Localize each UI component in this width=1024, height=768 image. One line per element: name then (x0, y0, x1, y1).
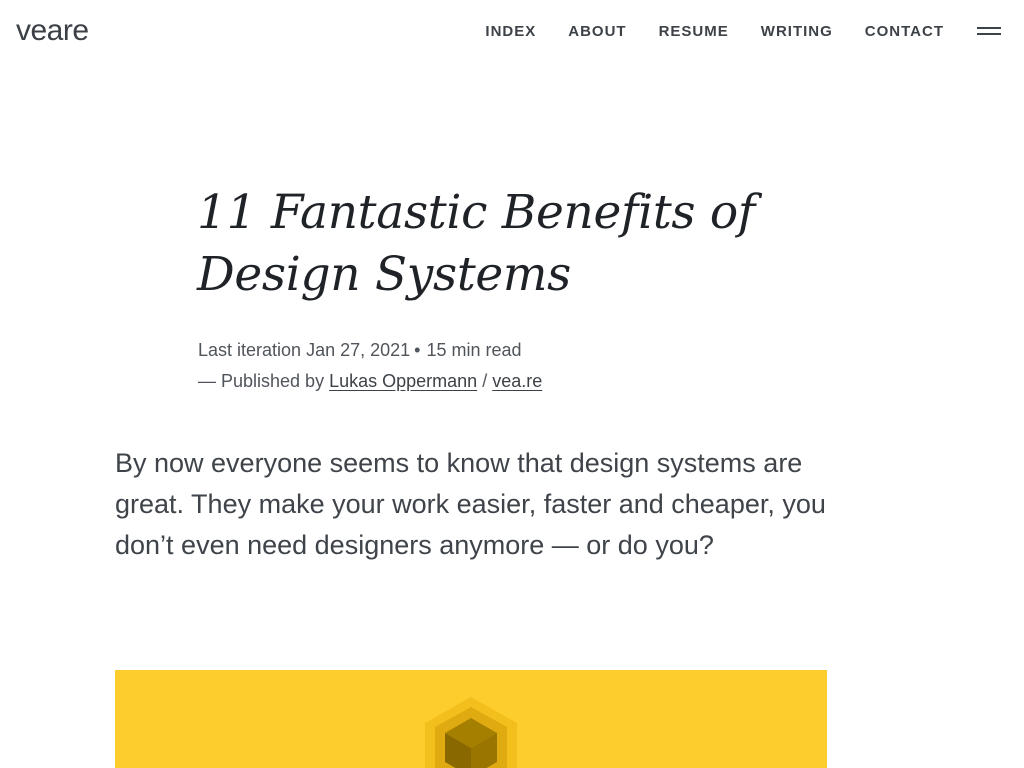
menu-line (977, 27, 1001, 29)
author-link[interactable]: Lukas Oppermann (329, 371, 477, 391)
meta-row-author: — Published by Lukas Oppermann / vea.re (198, 366, 542, 397)
nav-item-writing[interactable]: WRITING (761, 22, 833, 42)
author-separator: / (482, 371, 488, 391)
last-iteration-label: Last iteration (198, 340, 302, 360)
meta-row-date: Last iteration Jan 27, 2021 • 15 min read (198, 335, 542, 366)
article-date: Jan 27, 2021 (306, 340, 411, 360)
read-time: 15 min read (426, 340, 522, 360)
nav-item-resume[interactable]: RESUME (659, 22, 729, 42)
site-logo[interactable]: veare (16, 11, 89, 51)
nav-item-contact[interactable]: CONTACT (865, 22, 944, 42)
hexagon-cube-icon (425, 697, 517, 768)
nav-item-index[interactable]: INDEX (485, 22, 536, 42)
article-title: 11 Fantastic Benefits of Design Systems (197, 185, 755, 302)
article-meta: Last iteration Jan 27, 2021 • 15 min read … (198, 335, 542, 397)
meta-separator: • (414, 340, 421, 360)
published-by-label: — Published by (198, 371, 325, 391)
site-link[interactable]: vea.re (492, 371, 542, 391)
hero-image (115, 670, 827, 768)
menu-line (977, 33, 1001, 35)
main-nav: INDEX ABOUT RESUME WRITING CONTACT (485, 22, 944, 42)
nav-item-about[interactable]: ABOUT (568, 22, 626, 42)
hamburger-menu-icon[interactable] (975, 24, 1001, 40)
site-header: veare INDEX ABOUT RESUME WRITING CONTACT (0, 0, 1024, 64)
article-intro: By now everyone seems to know that desig… (115, 448, 826, 560)
